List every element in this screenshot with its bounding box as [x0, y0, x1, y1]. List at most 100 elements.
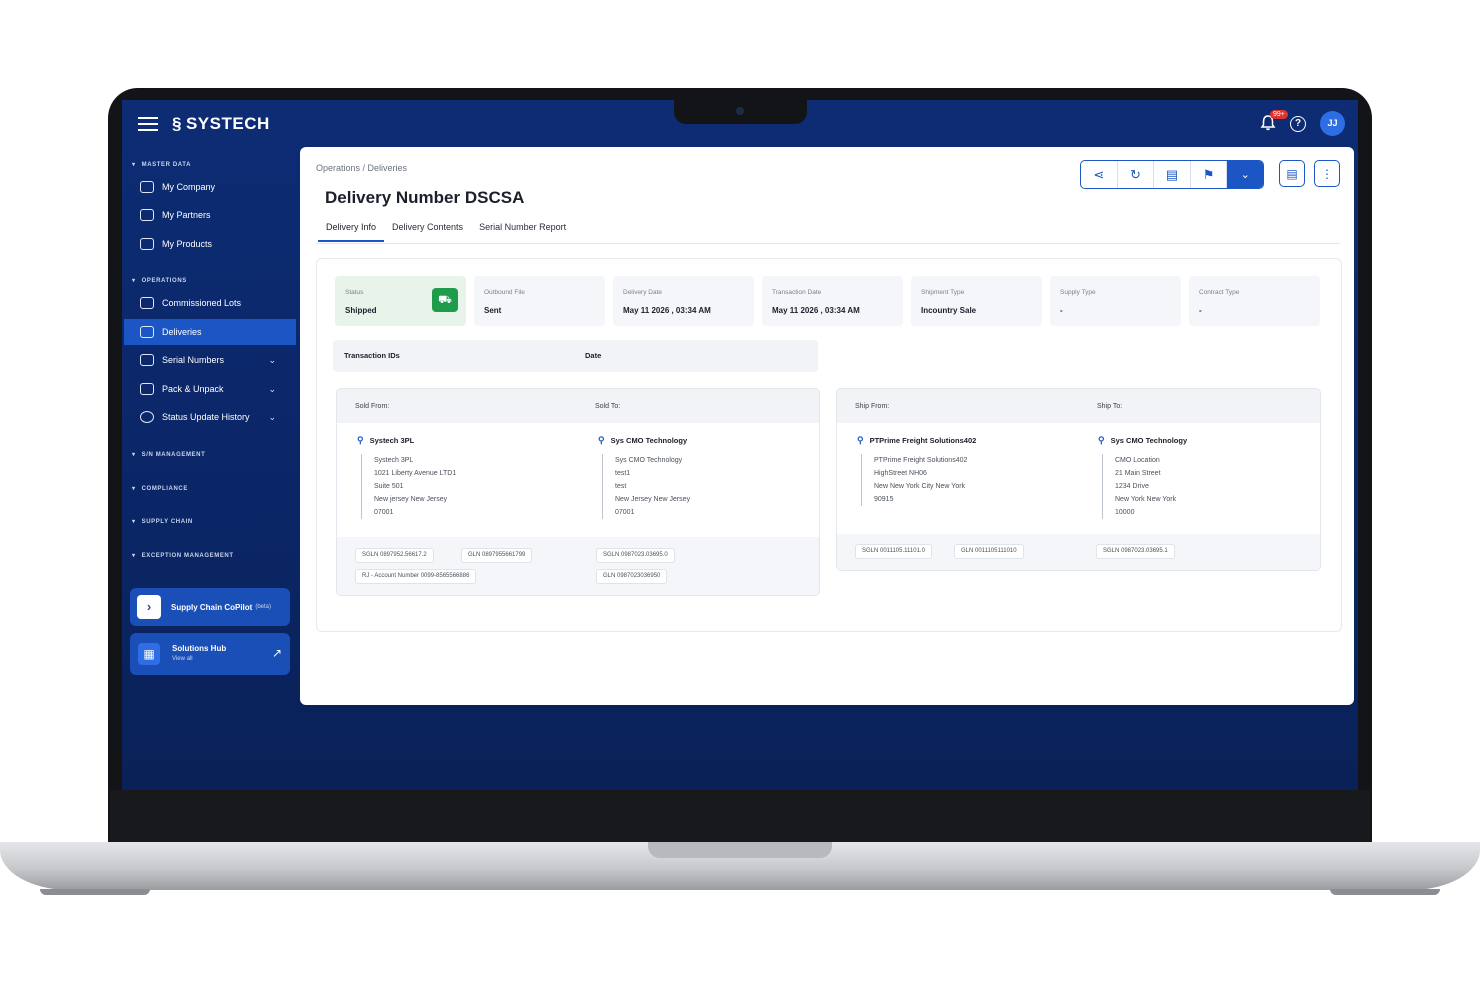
report-icon[interactable]: ▤ — [1154, 161, 1191, 188]
copilot-button[interactable]: › Supply Chain CoPilot (beta) — [130, 588, 290, 626]
section-master-data[interactable]: ▾ MASTER DATA — [132, 161, 191, 169]
sidebar-item-my-company[interactable]: My Company — [124, 174, 296, 200]
ship-from-address: ⚲ PTPrime Freight Solutions402 PTPrime Fr… — [857, 435, 976, 506]
terminal-icon: › — [137, 595, 161, 619]
gln-tag: GLN 0987023036950 — [596, 569, 668, 584]
laptop-opening-notch — [648, 842, 832, 858]
section-label: S/N MANAGEMENT — [141, 451, 206, 458]
field-value: - — [1060, 306, 1063, 315]
lots-icon — [140, 297, 154, 309]
history-icon — [140, 411, 154, 423]
refresh-icon[interactable]: ↻ — [1118, 161, 1155, 188]
menu-icon[interactable] — [138, 117, 158, 131]
sold-to-address: ⚲ Sys CMO Technology Sys CMO Technology t… — [598, 435, 690, 519]
sold-card: Sold From: Sold To: ⚲ Systech 3PL Systech… — [336, 388, 820, 596]
address-line: Systech 3PL — [374, 457, 414, 464]
sidebar-item-my-partners[interactable]: My Partners — [124, 202, 296, 228]
sold-header: Sold From: Sold To: — [337, 389, 819, 423]
chevron-down-icon: ⌄ — [268, 411, 276, 422]
section-compliance[interactable]: ▾ COMPLIANCE — [132, 485, 188, 493]
external-link-icon: ↗ — [271, 646, 282, 660]
page-title: Delivery Number DSCSA — [325, 188, 525, 207]
sidebar-item-my-products[interactable]: My Products — [124, 231, 296, 257]
section-label: COMPLIANCE — [141, 485, 188, 492]
solutions-hub-button[interactable]: ▦ Solutions Hub View all ↗ — [130, 633, 290, 675]
tabs-divider — [316, 243, 1340, 244]
box-icon — [140, 383, 154, 395]
handshake-icon — [140, 209, 154, 221]
camera-icon — [736, 107, 744, 115]
summary-supply-type: Supply Type - — [1050, 276, 1181, 326]
sidebar-item-deliveries[interactable]: Deliveries — [124, 319, 296, 345]
help-icon[interactable]: ? — [1290, 116, 1306, 132]
address-line: PTPrime Freight Solutions402 — [874, 457, 968, 464]
sidebar-item-label: Serial Numbers — [162, 355, 225, 365]
notes-icon[interactable]: ▤ — [1279, 160, 1305, 187]
transactions-table-header: Transaction IDs Date — [333, 340, 818, 372]
section-sn-management[interactable]: ▾ S/N MANAGEMENT — [132, 451, 206, 459]
ship-to-address: ⚲ Sys CMO Technology CMO Location 21 Main… — [1098, 435, 1187, 519]
avatar[interactable]: JJ — [1320, 111, 1345, 136]
sold-from-label: Sold From: — [355, 403, 390, 410]
barcode-icon — [140, 354, 154, 366]
screen-bezel — [110, 790, 1370, 842]
flag-icon[interactable]: ⚑ — [1191, 161, 1228, 188]
address-line: CMO Location — [1115, 457, 1160, 464]
sgln-tag: SGLN 0897952.56617.2 — [355, 548, 434, 563]
more-vertical-icon[interactable]: ⋮ — [1314, 160, 1340, 187]
summary-outbound-file: Outbound File Sent — [474, 276, 605, 326]
sidebar-item-serial-numbers[interactable]: Serial Numbers ⌄ — [124, 347, 296, 373]
summary-shipment-type: Shipment Type Incountry Sale — [911, 276, 1042, 326]
identifier-band — [337, 537, 819, 595]
address-line: 1234 Drive — [1115, 483, 1149, 490]
address-line: 07001 — [615, 509, 635, 516]
field-label: Outbound File — [484, 289, 525, 296]
action-toolbar: ⋖ ↻ ▤ ⚑ ⌄ — [1080, 160, 1264, 189]
address-line: 90915 — [874, 496, 894, 503]
caret-down-icon: ▾ — [132, 278, 136, 284]
breadcrumb[interactable]: Operations / Deliveries — [316, 163, 407, 173]
section-operations[interactable]: ▾ OPERATIONS — [132, 277, 187, 285]
caret-down-icon: ▾ — [132, 519, 136, 525]
sidebar-item-label: My Partners — [162, 210, 211, 220]
field-value: Sent — [484, 306, 502, 315]
sgln-tag: SGLN 0987023.03695.1 — [1096, 544, 1175, 559]
sold-to-label: Sold To: — [595, 403, 621, 410]
location-pin-icon: ⚲ — [1098, 435, 1105, 445]
location-pin-icon: ⚲ — [357, 435, 364, 445]
beta-badge: (beta) — [255, 604, 272, 610]
address-line: New Jersey New Jersey — [615, 496, 691, 503]
section-exception-management[interactable]: ▾ EXCEPTION MANAGEMENT — [132, 552, 234, 560]
field-label: Supply Type — [1060, 289, 1096, 296]
brand-logo[interactable]: § SYSTECH — [172, 114, 270, 134]
address-line: 1021 Liberty Avenue LTD1 — [374, 470, 457, 477]
account-number-tag: RJ - Account Number 0099-8565566886 — [355, 569, 477, 584]
party-name: PTPrime Freight Solutions402 — [869, 436, 977, 445]
share-icon[interactable]: ⋖ — [1081, 161, 1118, 188]
caret-down-icon: ▾ — [132, 162, 136, 168]
tab-delivery-contents[interactable]: Delivery Contents — [384, 222, 471, 242]
section-label: EXCEPTION MANAGEMENT — [141, 552, 234, 559]
chevron-down-icon: ⌄ — [268, 354, 276, 365]
field-value: - — [1199, 306, 1202, 315]
address-line: New New York City New York — [874, 483, 966, 490]
sidebar-item-pack-unpack[interactable]: Pack & Unpack ⌄ — [124, 376, 296, 402]
chevron-down-icon[interactable]: ⌄ — [1227, 161, 1263, 188]
copilot-label: Supply Chain CoPilot — [171, 602, 253, 612]
summary-delivery-date: Delivery Date May 11 2026 , 03:34 AM — [613, 276, 754, 326]
section-label: SUPPLY CHAIN — [141, 518, 193, 525]
tab-delivery-info[interactable]: Delivery Info — [318, 222, 385, 242]
address-line: test — [615, 483, 627, 490]
ship-header: Ship From: Ship To: — [837, 389, 1320, 423]
section-supply-chain[interactable]: ▾ SUPPLY CHAIN — [132, 518, 193, 526]
address-line: Sys CMO Technology — [615, 457, 683, 464]
grid-icon: ▦ — [138, 643, 160, 665]
tab-serial-number-report[interactable]: Serial Number Report — [471, 222, 574, 242]
sidebar-item-commissioned-lots[interactable]: Commissioned Lots — [124, 290, 296, 316]
sgln-tag: SGLN 0987023.03695.0 — [596, 548, 675, 563]
sidebar-item-label: Deliveries — [162, 327, 202, 337]
field-value: May 11 2026 , 03:34 AM — [623, 306, 711, 315]
field-value: May 11 2026 , 03:34 AM — [772, 306, 860, 315]
field-value: Shipped — [345, 306, 377, 315]
sidebar-item-status-update-history[interactable]: Status Update History ⌄ — [124, 404, 296, 430]
